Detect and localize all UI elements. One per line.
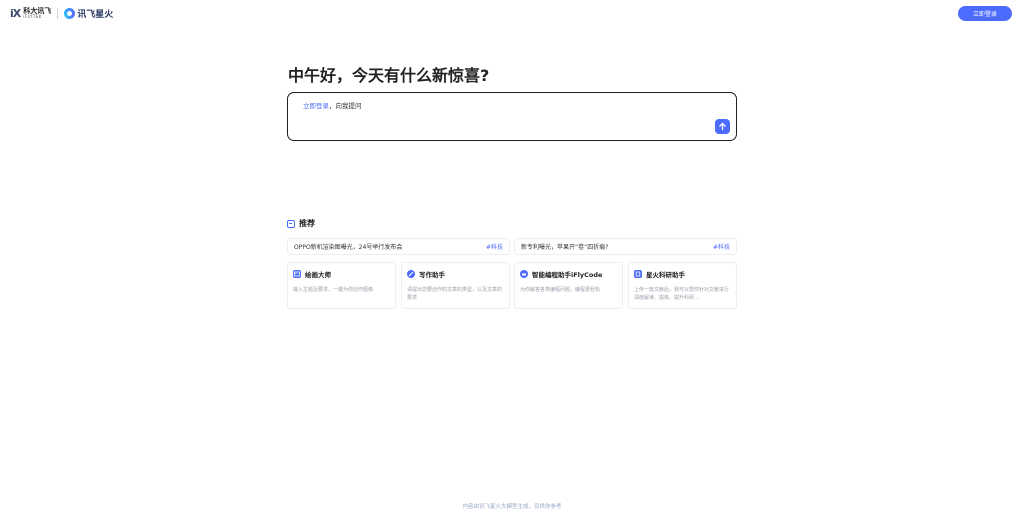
question-input[interactable]: 立即登录，向我提问 <box>287 92 737 141</box>
iflytek-logo: iX 科大讯飞 iFLYTEK <box>10 7 51 20</box>
book-icon <box>634 270 642 278</box>
recommend-icon <box>287 219 295 228</box>
news-text: 新专利曝光，苹果开“卷”四折痕? <box>521 244 609 251</box>
iflytek-mark-icon: iX <box>10 6 21 20</box>
spark-name: 讯飞星火 <box>77 9 114 20</box>
arrow-up-icon <box>719 122 726 131</box>
paint-icon <box>293 270 301 278</box>
greeting-title: 中午好，今天有什么新惊喜? <box>288 66 490 85</box>
assistant-card-coding[interactable]: 智能编程助手iFlyCode 为你解答各类编程问题，编程更轻松 <box>514 262 623 309</box>
recommend-heading: 推荐 <box>287 218 315 229</box>
card-title: 星火科研助手 <box>646 271 685 279</box>
news-tag[interactable]: #科技 <box>713 242 730 251</box>
card-description: 请提出您要创作的文章的类型，以及文章的要求 <box>407 287 503 301</box>
spark-logo: 讯飞星火 <box>64 7 113 20</box>
spark-icon <box>64 7 76 19</box>
news-item[interactable]: 新专利曝光，苹果开“卷”四折痕? #科技 <box>514 238 737 255</box>
code-icon <box>520 270 528 278</box>
header: iX 科大讯飞 iFLYTEK 讯飞星火 立即登录 <box>0 0 1024 28</box>
brand-logo[interactable]: iX 科大讯飞 iFLYTEK 讯飞星火 <box>10 6 113 20</box>
card-description: 为你解答各类编程问题，编程更轻松 <box>520 287 601 293</box>
assistant-card-research[interactable]: 星火科研助手 上传一篇文献后，我可以帮你针对文献进行深度解读、提炼、提升科研… <box>628 262 737 309</box>
assistant-card-writing[interactable]: 写作助手 请提出您要创作的文章的类型，以及文章的要求 <box>401 262 510 309</box>
assistant-card-painting[interactable]: 绘画大师 输入主题及要求，一键为你创作图像 <box>287 262 396 309</box>
footer-disclaimer: 内容由讯飞星火大模型生成，仅供你参考 <box>462 504 562 510</box>
input-login-link[interactable]: 立即登录 <box>303 102 329 110</box>
card-description: 上传一篇文献后，我可以帮你针对文献进行深度解读、提炼、提升科研… <box>634 287 730 301</box>
news-item[interactable]: OPPO新机渲染图曝光，24号举行发布会 #科技 <box>287 238 510 255</box>
iflytek-name-en: iFLYTEK <box>23 13 42 19</box>
card-title: 写作助手 <box>419 271 445 279</box>
send-button[interactable] <box>715 119 730 134</box>
card-title: 智能编程助手iFlyCode <box>532 271 603 279</box>
login-button[interactable]: 立即登录 <box>958 6 1012 21</box>
news-text: OPPO新机渲染图曝光，24号举行发布会 <box>294 244 403 251</box>
input-hint: 立即登录，向我提问 <box>303 100 362 110</box>
card-title: 绘画大师 <box>305 271 331 279</box>
logo-divider <box>57 7 59 19</box>
recommend-title: 推荐 <box>299 219 315 228</box>
input-hint-text: ，向我提问 <box>329 102 362 110</box>
card-description: 输入主题及要求，一键为你创作图像 <box>293 287 374 293</box>
pen-icon <box>407 270 415 278</box>
news-tag[interactable]: #科技 <box>486 242 503 251</box>
